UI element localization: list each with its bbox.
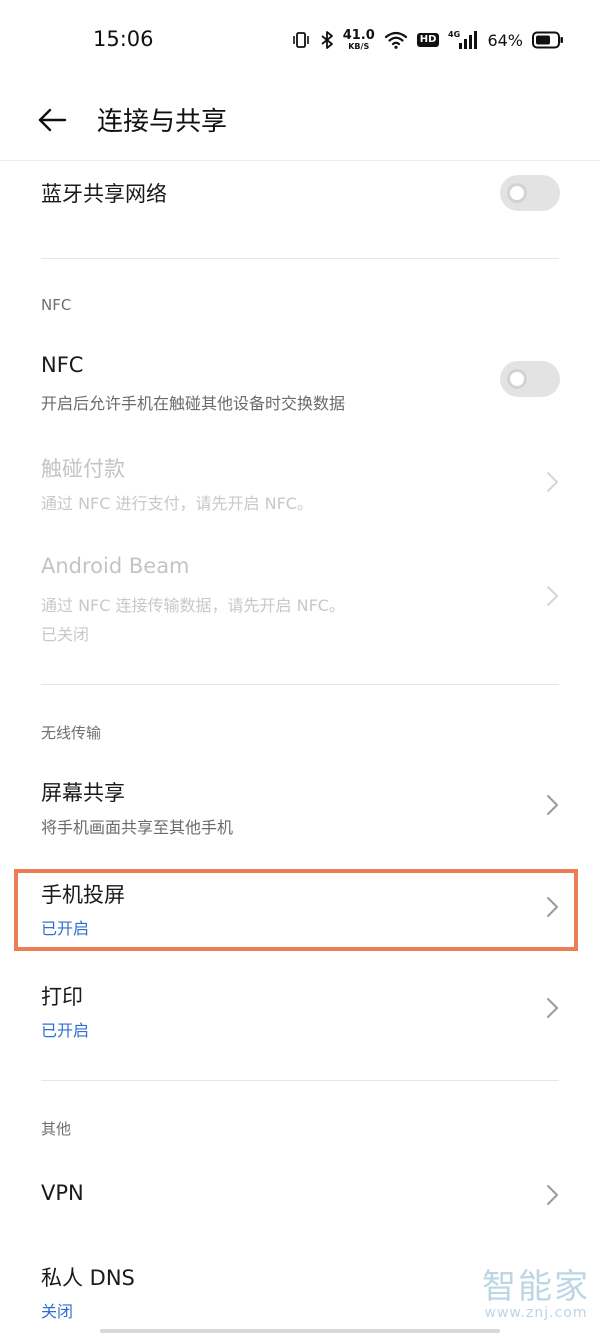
bluetooth-tethering-row[interactable]: 蓝牙共享网络 xyxy=(0,161,600,259)
net-speed-value: 41.0 xyxy=(342,28,375,43)
nfc-row[interactable]: NFC 开启后允许手机在触碰其他设备时交换数据 xyxy=(0,339,600,429)
screen-cast-status: 已开启 xyxy=(41,919,90,938)
screen-share-row[interactable]: 屏幕共享 将手机画面共享至其他手机 xyxy=(0,763,600,855)
chevron-right-icon xyxy=(547,586,558,606)
watermark-main: 智能家 xyxy=(482,1267,590,1307)
tap-pay-title: 触碰付款 xyxy=(41,457,125,481)
vpn-title: VPN xyxy=(41,1181,84,1205)
hd-badge: HD xyxy=(416,33,440,47)
section-label-nfc: NFC xyxy=(41,296,72,314)
watermark-url: www.znj.com xyxy=(484,1305,588,1321)
android-beam-subtitle: 通过 NFC 连接传输数据，请先开启 NFC。 xyxy=(41,596,345,615)
print-status: 已开启 xyxy=(41,1021,90,1040)
screen-share-subtitle: 将手机画面共享至其他手机 xyxy=(41,818,234,837)
status-icons: 41.0 KB/S HD 4G 64% xyxy=(291,26,564,54)
net-speed: 41.0 KB/S xyxy=(343,29,375,51)
android-beam-row[interactable]: Android Beam 通过 NFC 连接传输数据，请先开启 NFC。 已关闭 xyxy=(0,546,600,656)
chevron-right-icon xyxy=(547,998,558,1018)
bluetooth-icon xyxy=(320,30,334,50)
tap-pay-row[interactable]: 触碰付款 通过 NFC 进行支付，请先开启 NFC。 xyxy=(0,441,600,533)
gesture-bar[interactable] xyxy=(100,1329,500,1333)
bluetooth-tethering-title: 蓝牙共享网络 xyxy=(41,182,167,206)
print-row[interactable]: 打印 已开启 xyxy=(0,969,600,1061)
status-bar: 15:06 41.0 KB/S HD 4G 64% xyxy=(0,0,600,80)
chevron-right-icon xyxy=(547,795,558,815)
toggle-knob xyxy=(507,183,527,203)
wifi-icon xyxy=(384,30,408,50)
watermark-logo: 智能家 www.znj.com xyxy=(482,1270,590,1320)
app-header: 连接与共享 xyxy=(0,80,600,161)
screen-share-title: 屏幕共享 xyxy=(41,781,125,805)
network-type: 4G xyxy=(448,30,460,39)
section-label-other: 其他 xyxy=(41,1120,72,1138)
section-label-wireless: 无线传输 xyxy=(41,724,102,742)
vpn-row[interactable]: VPN xyxy=(0,1161,600,1231)
tap-pay-subtitle: 通过 NFC 进行支付，请先开启 NFC。 xyxy=(41,494,313,513)
nfc-subtitle: 开启后允许手机在触碰其他设备时交换数据 xyxy=(41,394,346,413)
back-arrow-icon xyxy=(38,108,67,132)
chevron-right-icon xyxy=(547,1185,558,1205)
nfc-title: NFC xyxy=(41,353,84,377)
signal-icon: 4G xyxy=(448,29,478,51)
print-title: 打印 xyxy=(41,985,83,1009)
net-speed-unit: KB/S xyxy=(348,42,370,51)
status-time: 15:06 xyxy=(93,27,154,51)
page-title: 连接与共享 xyxy=(97,107,228,137)
android-beam-title: Android Beam xyxy=(41,554,190,578)
screen-cast-row[interactable]: 手机投屏 已开启 xyxy=(0,869,600,951)
private-dns-title: 私人 DNS xyxy=(41,1266,135,1290)
screen-cast-title: 手机投屏 xyxy=(41,883,125,907)
chevron-right-icon xyxy=(547,472,558,492)
divider xyxy=(41,684,559,685)
battery-icon xyxy=(532,31,564,49)
android-beam-status: 已关闭 xyxy=(41,625,90,644)
battery-percent: 64% xyxy=(487,30,523,50)
divider xyxy=(41,258,559,259)
toggle-knob xyxy=(507,369,527,389)
bluetooth-tethering-toggle[interactable] xyxy=(500,175,560,211)
chevron-right-icon xyxy=(547,897,558,917)
private-dns-status: 关闭 xyxy=(41,1302,74,1321)
vibrate-icon xyxy=(291,30,311,50)
back-button[interactable] xyxy=(34,102,70,138)
nfc-toggle[interactable] xyxy=(500,361,560,397)
divider xyxy=(41,1080,559,1081)
